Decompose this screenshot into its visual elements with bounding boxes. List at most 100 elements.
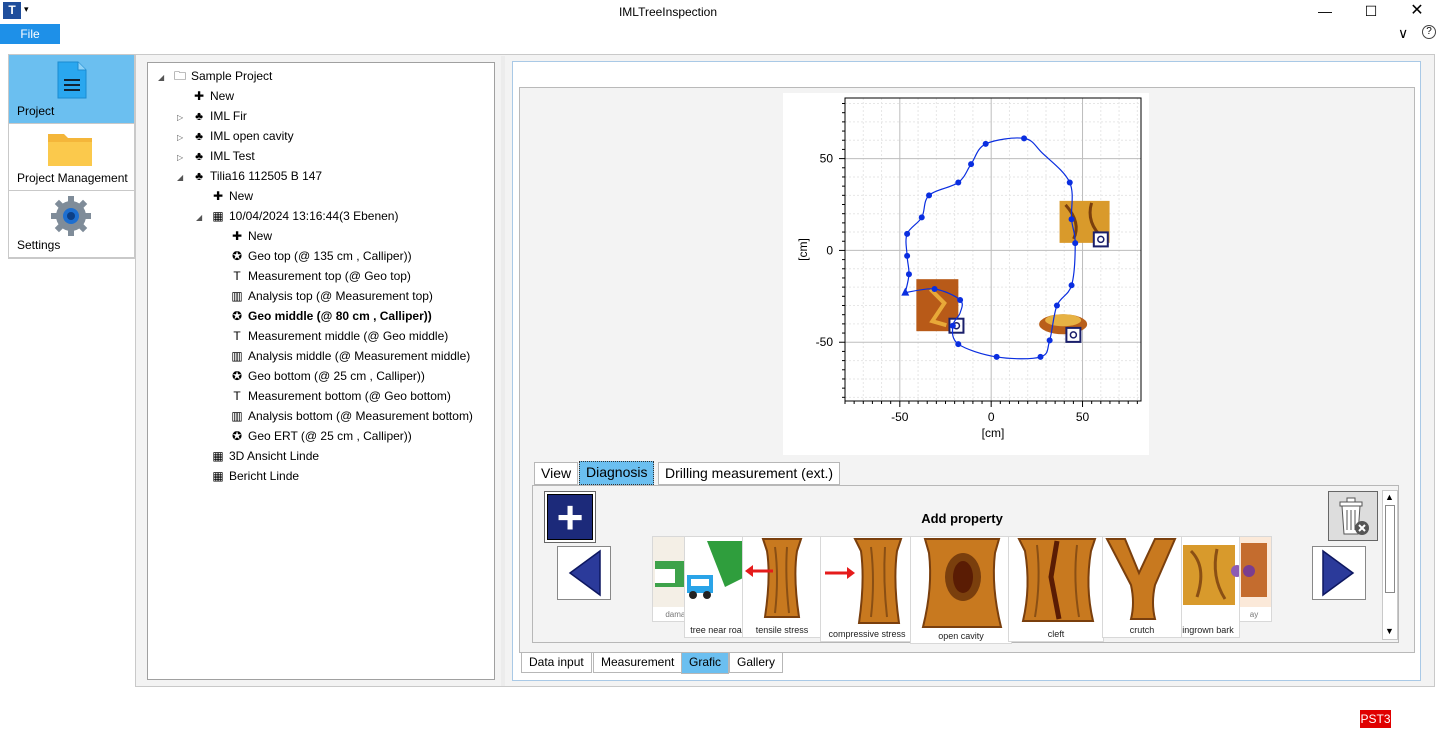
expander-icon[interactable]: ▷	[177, 108, 191, 128]
tree-item-label: New	[229, 189, 254, 203]
tree-item-label: IML open cavity	[210, 129, 294, 143]
close-button[interactable]: ✕	[1394, 0, 1440, 24]
geo-icon: ✪	[231, 309, 243, 323]
data-point	[1068, 216, 1075, 223]
tree-item[interactable]: ▥ Analysis bottom (@ Measurement bottom)	[215, 406, 473, 426]
tree-item[interactable]: ▷ ♣ IML Fir	[177, 106, 247, 126]
tree-item[interactable]: T Measurement bottom (@ Geo bottom)	[215, 386, 451, 406]
x-tick-label: 0	[988, 410, 995, 424]
tree-item-label: Analysis bottom (@ Measurement bottom)	[248, 409, 473, 423]
scroll-up-icon[interactable]: ▲	[1385, 492, 1394, 502]
expander-icon[interactable]: ▷	[177, 148, 191, 168]
data-point	[982, 140, 989, 147]
tab-drilling-measurement[interactable]: Drilling measurement (ext.)	[658, 462, 841, 485]
tree-item-label: Measurement top (@ Geo top)	[248, 269, 411, 283]
tab-diagnosis[interactable]: Diagnosis	[579, 461, 655, 485]
plus-icon: ✚	[193, 89, 205, 103]
tree-item-label: New	[210, 89, 235, 103]
crutch-icon	[1103, 537, 1181, 623]
x-axis-label: [cm]	[982, 426, 1005, 440]
collapse-ribbon-chevron-icon[interactable]: ∨	[1398, 25, 1408, 42]
tree-item-label: Geo ERT (@ 25 cm , Calliper))	[248, 429, 412, 443]
tree-item[interactable]: ◢ ♣ Tilia16 112505 B 147	[177, 166, 322, 186]
tree-item[interactable]: T Measurement middle (@ Geo middle)	[215, 326, 448, 346]
y-tick-label: 50	[820, 152, 834, 166]
card-caption: cleft	[1047, 629, 1065, 639]
property-card-tensile-stress[interactable]: tensile stress	[742, 536, 822, 638]
property-card-ingrown-bark[interactable]: ingrown bark	[1176, 536, 1240, 638]
expander-icon[interactable]: ◢	[196, 208, 210, 228]
delete-property-button[interactable]	[1328, 491, 1378, 541]
add-property-label: Add property	[921, 511, 1003, 526]
y-axis-label: [cm]	[796, 238, 810, 261]
y-tick-label: -50	[816, 335, 834, 349]
expander-icon[interactable]: ◢	[177, 168, 191, 188]
data-point	[968, 161, 975, 168]
tree-item[interactable]: ✚ New	[177, 86, 234, 106]
card-caption: tensile stress	[755, 625, 809, 635]
card-caption: open cavity	[938, 631, 984, 641]
grid-icon: ▦	[212, 209, 224, 223]
scroll-down-icon[interactable]: ▼	[1385, 626, 1394, 636]
tab-view[interactable]: View	[534, 462, 579, 485]
tree-item-label: IML Fir	[210, 109, 247, 123]
property-card-decay[interactable]: ay	[1236, 536, 1272, 622]
property-card-open-cavity[interactable]: open cavity	[910, 536, 1012, 644]
carousel-prev-button[interactable]	[557, 546, 611, 600]
data-point	[955, 341, 962, 348]
tree-item[interactable]: ▦ 3D Ansicht Linde	[196, 446, 319, 466]
cleft-icon	[1009, 537, 1103, 629]
property-card-crutch[interactable]: crutch	[1102, 536, 1182, 638]
tree-item[interactable]: ▥ Analysis middle (@ Measurement middle)	[215, 346, 470, 366]
window-title: IMLTreeInspection	[618, 5, 718, 19]
scrollbar-thumb[interactable]	[1385, 505, 1395, 593]
help-icon[interactable]: ?	[1422, 25, 1436, 39]
tree-item[interactable]: ▷ ♣ IML open cavity	[177, 126, 294, 146]
panel-splitter[interactable]	[501, 56, 505, 686]
data-point	[949, 322, 956, 329]
expander-icon[interactable]: ▷	[177, 128, 191, 148]
tree-item[interactable]: ✚ New	[196, 186, 253, 206]
data-point	[1021, 135, 1028, 142]
tree-item[interactable]: ✪ Geo top (@ 135 cm , Calliper))	[215, 246, 412, 266]
file-menu[interactable]: File	[0, 24, 60, 44]
tab-measurement[interactable]: Measurement	[593, 652, 683, 673]
tensile-stress-icon	[743, 537, 821, 627]
minimize-button[interactable]: —	[1302, 0, 1348, 24]
data-point	[1072, 240, 1079, 247]
camera-icon[interactable]	[1092, 231, 1109, 248]
tab-data-input[interactable]: Data input	[521, 652, 592, 673]
property-card-cleft[interactable]: cleft	[1008, 536, 1104, 642]
tree-item[interactable]: ✚ New	[215, 226, 272, 246]
tree-item-label: Analysis middle (@ Measurement middle)	[248, 349, 471, 363]
nav-panel	[8, 54, 135, 259]
data-point	[1037, 353, 1044, 360]
property-card-compressive-stress[interactable]: compressive stress	[820, 536, 914, 642]
data-point	[926, 192, 933, 199]
maximize-button[interactable]: ☐	[1348, 0, 1394, 24]
camera-icon[interactable]	[1065, 326, 1082, 343]
plus-icon: +	[547, 494, 593, 540]
tree-item[interactable]: ✪ Geo ERT (@ 25 cm , Calliper))	[215, 426, 412, 446]
analysis-icon: ▥	[231, 289, 243, 303]
property-card-tree-near-road[interactable]: tree near roa	[684, 536, 748, 638]
expander-icon[interactable]: ◢	[158, 68, 172, 88]
tree-item[interactable]: ▥ Analysis top (@ Measurement top)	[215, 286, 433, 306]
tree-item[interactable]: ◢ ▦ 10/04/2024 13:16:44(3 Ebenen)	[196, 206, 398, 226]
tree-item-label: New	[248, 229, 273, 243]
tree-item[interactable]: ◢ 🗀 Sample Project	[158, 66, 272, 86]
tree-item[interactable]: ▦ Bericht Linde	[196, 466, 299, 486]
carousel-next-button[interactable]	[1312, 546, 1366, 600]
card-caption: tree near roa	[690, 625, 742, 635]
tree-item[interactable]: T Measurement top (@ Geo top)	[215, 266, 411, 286]
tree-item[interactable]: ✪ Geo middle (@ 80 cm , Calliper))	[215, 306, 432, 326]
card-caption: compressive stress	[828, 629, 906, 639]
tree-item[interactable]: ✪ Geo bottom (@ 25 cm , Calliper))	[215, 366, 425, 386]
open-cavity-icon	[911, 537, 1011, 631]
trash-icon	[1339, 497, 1369, 535]
data-point	[918, 214, 925, 221]
geo-icon: ✪	[231, 249, 243, 263]
tab-grafic[interactable]: Grafic	[681, 652, 730, 674]
tab-gallery[interactable]: Gallery	[729, 652, 784, 673]
tree-item[interactable]: ▷ ♣ IML Test	[177, 146, 255, 166]
